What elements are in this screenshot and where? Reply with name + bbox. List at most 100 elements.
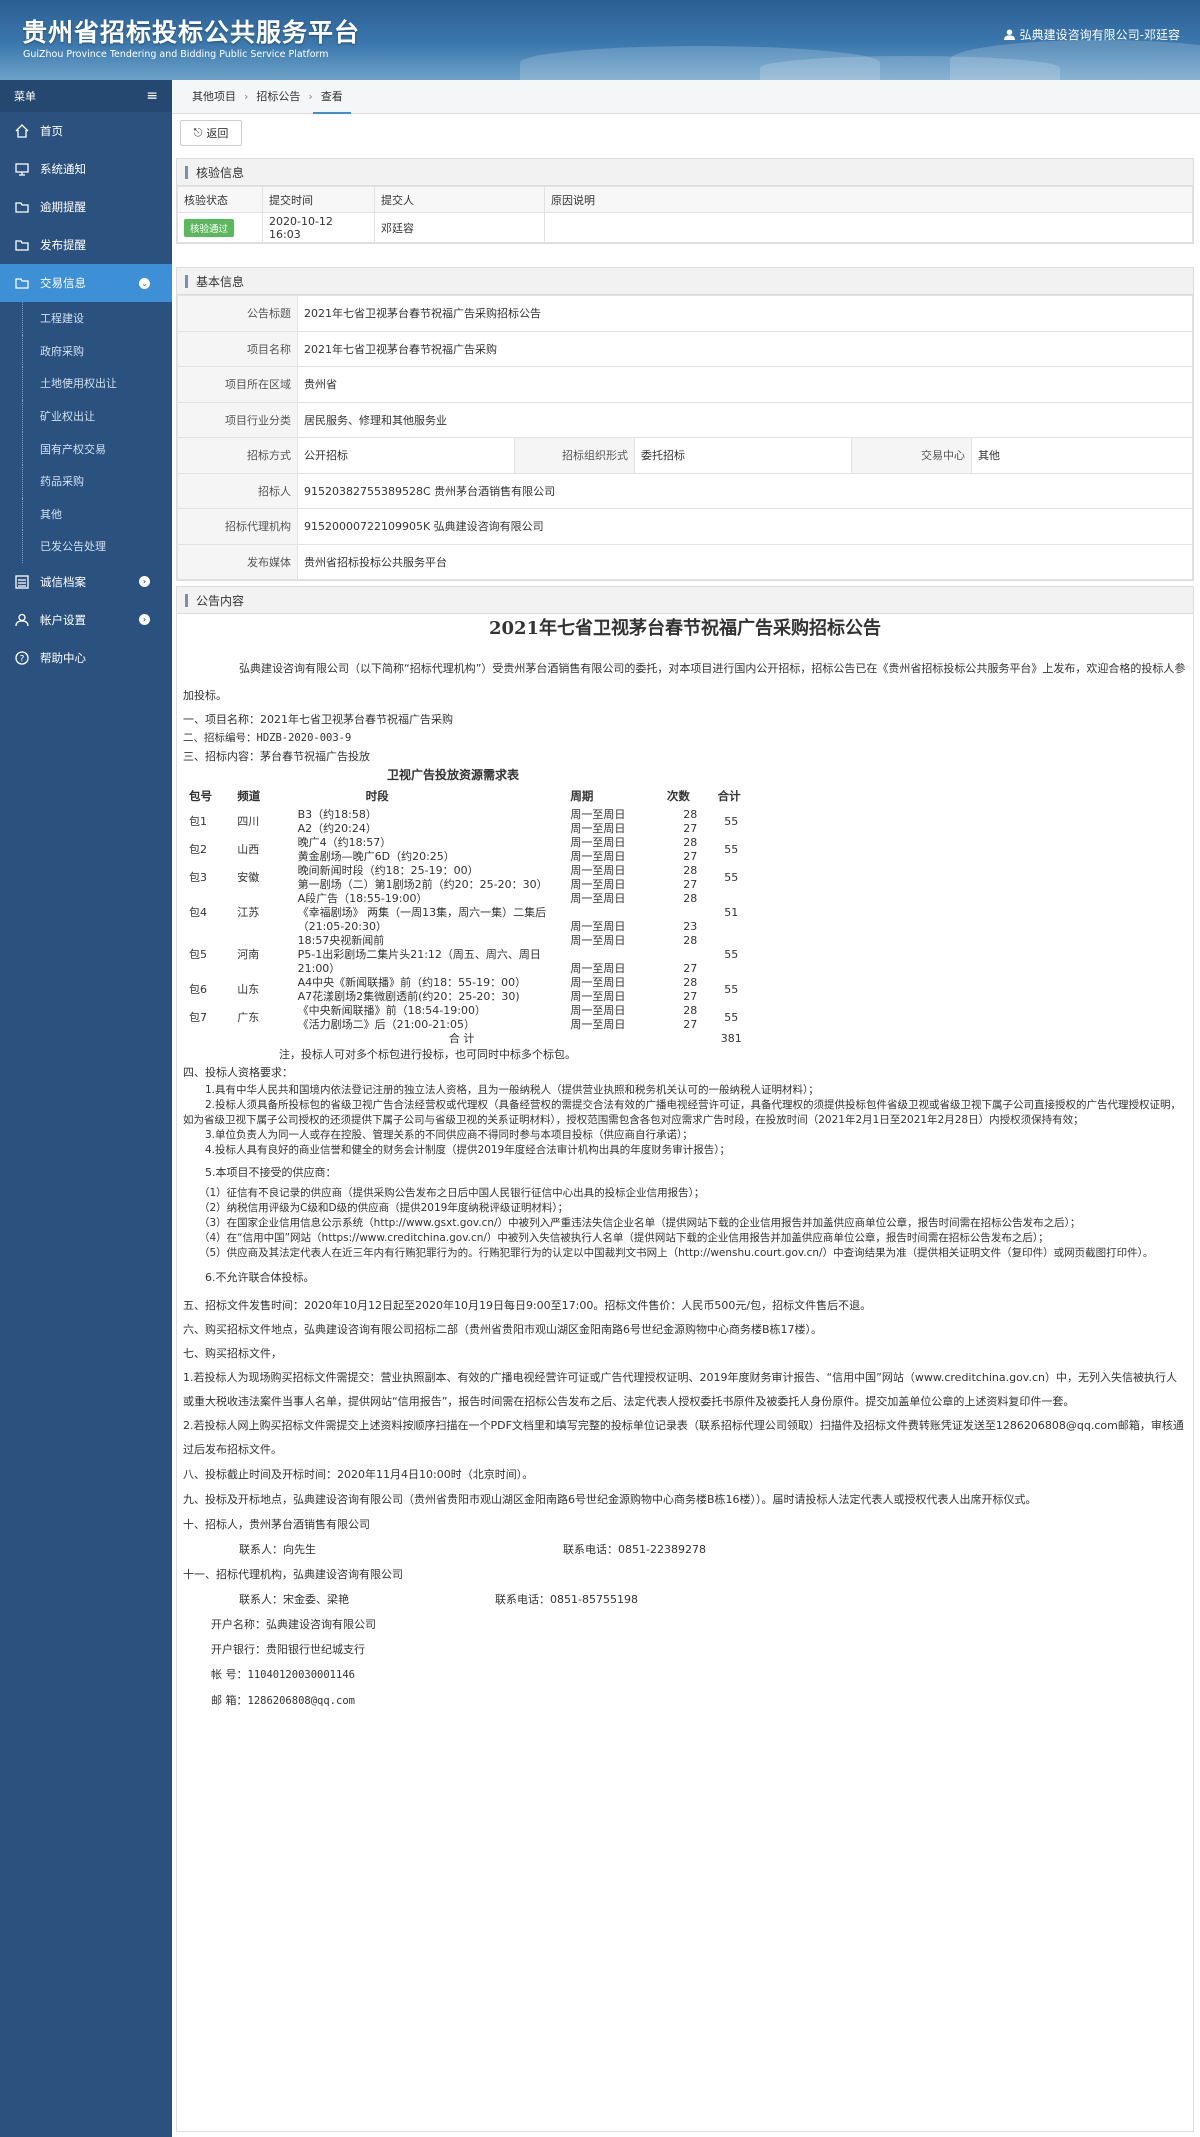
cell-times: 28 bbox=[683, 891, 698, 905]
cell-times: 27 bbox=[683, 1017, 698, 1031]
sidebar-item-label: 帐户设置 bbox=[40, 612, 86, 627]
account-number: 11040120030001146 bbox=[247, 1668, 355, 1681]
contact-phone: 联系电话：0851-85755198 bbox=[495, 1592, 638, 1606]
email-line: 邮 箱：1286206808@qq.com bbox=[183, 1688, 1187, 1714]
cell-period: 周一至周日 bbox=[570, 821, 626, 835]
table-row: 包4 江苏 A段广告（18:55-19:00） 周一至周日 28 51 bbox=[187, 891, 747, 919]
table-header: 合计 bbox=[717, 788, 741, 803]
agent: 91520000722109905K 弘典建设咨询有限公司 bbox=[297, 508, 1193, 545]
table-header: 原因说明 bbox=[544, 186, 1193, 213]
contact-phone: 联系电话：0851-22389278 bbox=[563, 1542, 706, 1556]
paragraph: （5）供应商及其法定代表人在近三年内有行贿犯罪行为的。行贿犯罪行为的认定以中国裁… bbox=[199, 1247, 1154, 1260]
cell-slot: 18:57央视新闻前 bbox=[297, 933, 385, 947]
table-header: 提交人 bbox=[374, 186, 545, 213]
cell-slot: B3（约18:58） bbox=[297, 807, 377, 821]
top-banner: 贵州省招标投标公共服务平台 GuiZhou Province Tendering… bbox=[0, 0, 1200, 80]
content-panel: 公告内容 2021年七省卫视茅台春节祝福广告采购招标公告 弘典建设咨询有限公司（… bbox=[176, 586, 1194, 2132]
cell-times: 27 bbox=[683, 821, 698, 835]
sidebar-item-overdue[interactable]: 逾期提醒 bbox=[0, 188, 172, 226]
paragraph: 弘典建设咨询有限公司（以下简称“招标代理机构”）受贵州茅台酒销售有限公司的委托，… bbox=[183, 661, 1186, 702]
sidebar-subitem[interactable]: 药品采购 bbox=[0, 464, 172, 498]
home-icon bbox=[14, 123, 30, 139]
sidebar-item-account[interactable]: 帐户设置 › bbox=[0, 601, 172, 639]
table-row: 包3 安徽 晚间新闻时段（约18：25-19：00） 周一至周日 28 55 bbox=[187, 864, 747, 884]
sidebar-subitem[interactable]: 已发公告处理 bbox=[0, 530, 172, 563]
sidebar-item-help[interactable]: ? 帮助中心 bbox=[0, 639, 172, 677]
site-title: 贵州省招标投标公共服务平台 bbox=[22, 18, 361, 47]
sidebar-item-notice[interactable]: 系统通知 bbox=[0, 150, 172, 188]
paragraph: 5.本项目不接受的供应商： bbox=[205, 1165, 337, 1179]
paragraph: 三、招标内容：茅台春节祝福广告投放 bbox=[183, 749, 370, 763]
cell-pkg: 包4 bbox=[189, 905, 207, 919]
breadcrumb-item[interactable]: 查看 bbox=[312, 80, 351, 114]
folder-icon bbox=[14, 275, 30, 291]
sidebar-subitem[interactable]: 政府采购 bbox=[0, 334, 172, 368]
verify-table: 核验状态 提交时间 提交人 原因说明 核验通过 2020-10-12 16:03… bbox=[177, 186, 1193, 243]
table-header: 次数 bbox=[666, 788, 690, 803]
sum-value: 381 bbox=[720, 1031, 742, 1045]
field-label: 招标代理机构 bbox=[177, 508, 298, 545]
cell-slot: 第一剧场（二）第1剧场2前（约20：25-20：30） bbox=[297, 877, 548, 891]
cell-total: 55 bbox=[724, 982, 739, 996]
menu-label: 菜单 bbox=[14, 90, 36, 103]
sidebar-item-home[interactable]: 首页 bbox=[0, 112, 172, 150]
sidebar-item-label: 逾期提醒 bbox=[40, 200, 86, 214]
field-label: 交易中心 bbox=[851, 437, 972, 474]
cell-ch: 山东 bbox=[237, 982, 260, 996]
tender-org: 委托招标 bbox=[634, 437, 852, 474]
paragraph: （3）在国家企业信用信息公示系统（http://www.gsxt.gov.cn/… bbox=[199, 1217, 1081, 1230]
panel-title: 核验信息 bbox=[177, 159, 1193, 186]
svg-text:?: ? bbox=[20, 654, 25, 664]
cell-ch: 广东 bbox=[237, 1010, 260, 1024]
hamburger-icon[interactable]: ≡ bbox=[146, 88, 158, 104]
cell-period: 周一至周日 bbox=[570, 933, 626, 947]
field-label: 招标方式 bbox=[177, 437, 298, 474]
verify-panel: 核验信息 核验状态 提交时间 提交人 原因说明 核验通过 2020-10-12 … bbox=[176, 158, 1194, 244]
cell-slot: 黄金剧场—晚广6D（约20:25） bbox=[297, 849, 455, 863]
user-menu[interactable]: 弘典建设咨询有限公司-邓廷容 bbox=[1003, 26, 1180, 43]
paragraph: 6.不允许联合体投标。 bbox=[205, 1271, 315, 1285]
table-row: 包7 广东 《中央新闻联播》前（18:54-19:00） 周一至周日 28 55 bbox=[187, 1004, 747, 1024]
sidebar-subitem[interactable]: 工程建设 bbox=[0, 302, 172, 335]
breadcrumb-item[interactable]: 其他项目 bbox=[184, 80, 244, 114]
cell-ch: 江苏 bbox=[237, 905, 260, 919]
table-header: 核验状态 bbox=[177, 186, 263, 213]
cell-pkg: 包5 bbox=[189, 947, 207, 961]
sidebar-subitem[interactable]: 矿业权出让 bbox=[0, 399, 172, 433]
paragraph: 2.若投标人网上购买招标文件需提交上述资料按顺序扫描在一个PDF文档里和填写完整… bbox=[183, 1418, 1184, 1456]
cell-slot: P5-1出彩剧场二集片头21:12（周五、周六、周日21:00） bbox=[297, 947, 541, 975]
paragraph: 1.具有中华人民共和国境内依法登记注册的独立法人资格，且为一般纳税人（提供营业执… bbox=[205, 1083, 819, 1096]
paragraph: 六、购买招标文件地点，弘典建设咨询有限公司招标二部（贵州省贵阳市观山湖区金阳南路… bbox=[183, 1322, 823, 1336]
paragraph: （1）征信有不良记录的供应商（提供采购公告发布之日后中国人民银行征信中心出具的投… bbox=[199, 1187, 705, 1200]
contact-person: 联系人：宋金委、梁艳 bbox=[239, 1592, 349, 1606]
paragraph: 注，投标人可对多个标包进行投标，也可同时中标多个标包。 bbox=[279, 1047, 576, 1061]
list-icon bbox=[14, 574, 30, 590]
sidebar-item-publish[interactable]: 发布提醒 bbox=[0, 226, 172, 264]
table-header: 提交时间 bbox=[262, 186, 375, 213]
table-row: 合 计 381 bbox=[187, 1032, 747, 1046]
project-industry: 居民服务、修理和其他服务业 bbox=[297, 401, 1193, 438]
cell-total: 51 bbox=[724, 905, 739, 919]
back-button[interactable]: ⎋ 返回 bbox=[180, 120, 242, 146]
announce-title: 2021年七省卫视茅台春节祝福广告采购招标公告 bbox=[297, 295, 1193, 332]
sidebar-item-credit[interactable]: 诚信档案 › bbox=[0, 563, 172, 601]
breadcrumb-item[interactable]: 招标公告 bbox=[248, 80, 308, 114]
cell-period: 周一至周日 bbox=[570, 807, 626, 821]
sidebar-item-trade[interactable]: 交易信息 ⌄ bbox=[0, 264, 172, 302]
sidebar-subitem[interactable]: 其他 bbox=[0, 497, 172, 531]
cell-times: 27 bbox=[683, 849, 698, 863]
sidebar: 菜单 ≡ 首页 系统通知 逾期提醒 发布提醒 交易信息 ⌄ 工程建设 政府采购 土… bbox=[0, 80, 172, 2137]
cell-period: 周一至周日 bbox=[570, 835, 626, 849]
table-header: 频道 bbox=[237, 788, 261, 803]
field-label: 发布媒体 bbox=[177, 543, 298, 580]
cell-times: 28 bbox=[683, 835, 698, 849]
submit-time: 2020-10-12 16:03 bbox=[262, 212, 375, 243]
sidebar-subitem[interactable]: 土地使用权出让 bbox=[0, 367, 172, 400]
cell-slot: A7花漾剧场2集微剧透前(约20：25-20：30) bbox=[297, 989, 520, 1003]
cell-period: 周一至周日 bbox=[570, 1017, 626, 1031]
sidebar-subitem[interactable]: 国有产权交易 bbox=[0, 432, 172, 465]
help-icon: ? bbox=[14, 650, 30, 666]
cell-period: 周一至周日 bbox=[570, 975, 626, 989]
sum-label: 合 计 bbox=[448, 1031, 475, 1045]
media: 贵州省招标投标公共服务平台 bbox=[297, 543, 1193, 580]
